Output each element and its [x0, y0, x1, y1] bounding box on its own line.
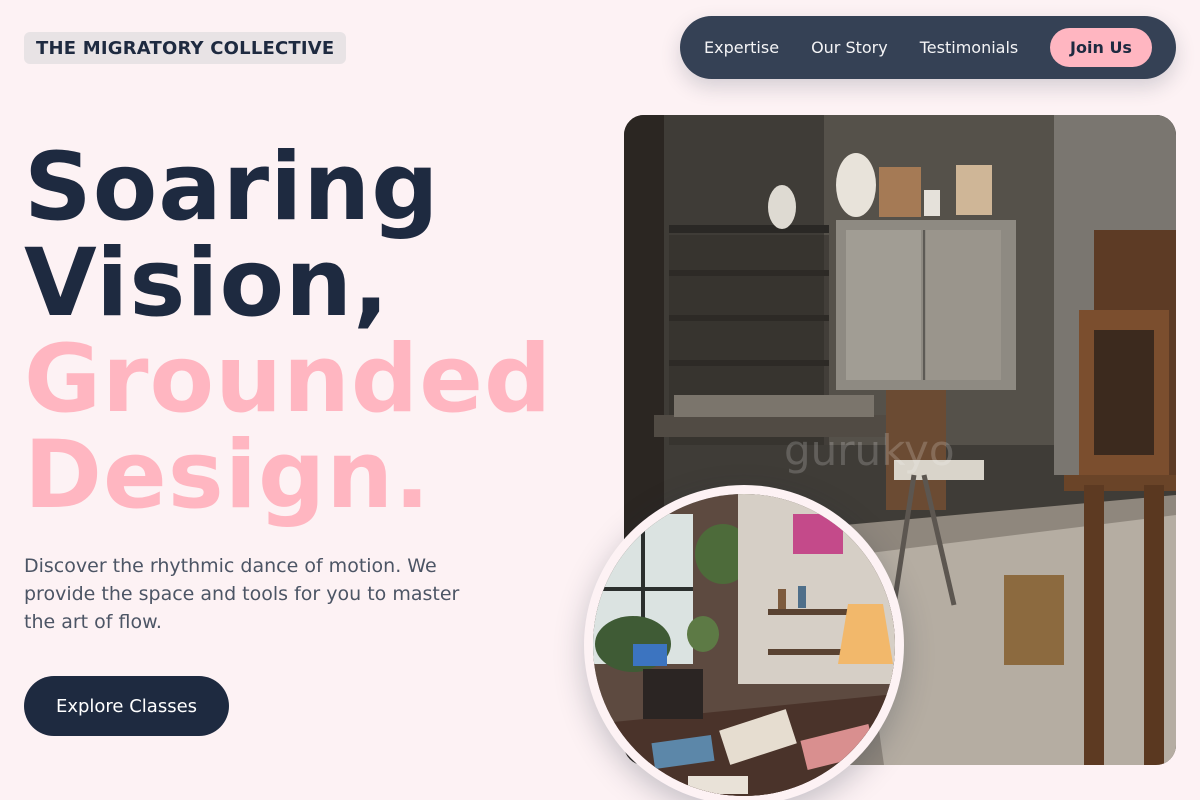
hero-description: Discover the rhythmic dance of motion. W…: [24, 555, 460, 633]
nav-link-our-story[interactable]: Our Story: [811, 38, 888, 57]
brand-logo[interactable]: THE MIGRATORY COLLECTIVE: [24, 32, 347, 64]
headline-line-3: Grounded: [24, 325, 553, 434]
headline-line-4: Design.: [24, 421, 431, 530]
join-us-button[interactable]: Join Us: [1050, 28, 1152, 67]
hero-headline: Soaring Vision, Grounded Design.: [24, 140, 552, 524]
nav-link-testimonials[interactable]: Testimonials: [920, 38, 1019, 57]
circle-photo-frame: [584, 485, 904, 800]
nav-link-expertise[interactable]: Expertise: [704, 38, 779, 57]
art-studio-photo: [593, 494, 895, 796]
svg-text:gurukyo: gurukyo: [784, 426, 955, 475]
headline-line-1: Soaring: [24, 133, 440, 242]
explore-classes-button[interactable]: Explore Classes: [24, 676, 229, 736]
headline-line-2: Vision,: [24, 229, 390, 338]
main-nav: Expertise Our Story Testimonials Join Us: [680, 16, 1176, 79]
